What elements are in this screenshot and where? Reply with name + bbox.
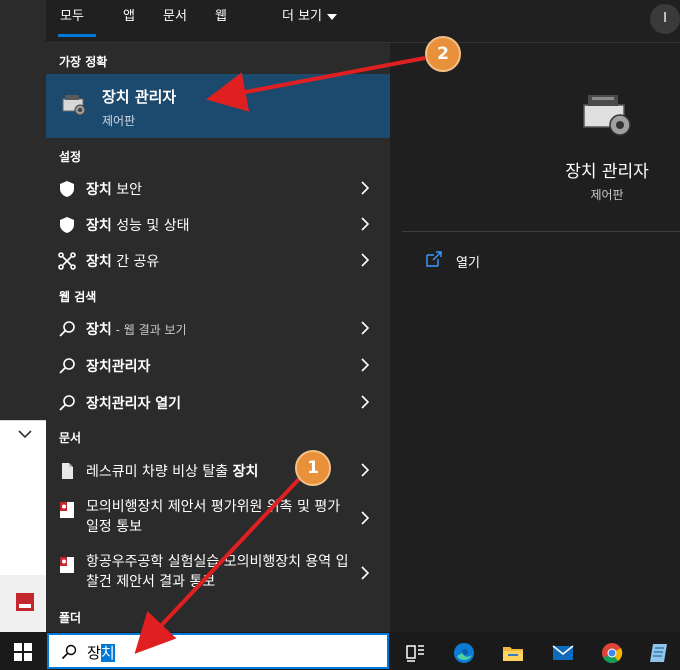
match-text: 장치 — [86, 254, 112, 270]
chevron-right-icon[interactable] — [359, 566, 371, 580]
chevron-right-icon[interactable] — [359, 511, 371, 525]
document-icon — [62, 463, 73, 479]
device-manager-icon — [62, 95, 86, 116]
rest-text: - 웹 결과 보기 — [111, 323, 187, 337]
document-label: 모의비행장치 제안서 평가위원 위촉 및 평가 일정 통보 — [86, 499, 341, 535]
step-badge-1: 1 — [295, 450, 331, 486]
mail-icon[interactable] — [551, 641, 575, 665]
settings-item-label: 장치 보안 — [86, 179, 142, 199]
document-item[interactable]: 레스큐미 차량 비상 탈출 장치 — [46, 452, 390, 488]
active-tab-indicator — [58, 34, 96, 37]
background-window — [0, 0, 46, 420]
section-best-match: 가장 정확 — [59, 55, 108, 69]
settings-item-label: 장치 간 공유 — [86, 251, 159, 271]
shield-icon — [60, 217, 74, 233]
section-settings: 설정 — [59, 150, 82, 164]
settings-item[interactable]: 장치 간 공유 — [46, 242, 390, 278]
web-search-label: 장치관리자 — [86, 356, 150, 376]
search-icon — [59, 358, 75, 374]
best-match-item[interactable]: 장치 관리자 제어판 — [46, 74, 390, 138]
section-documents: 문서 — [59, 431, 82, 445]
web-search-item[interactable]: 장치 - 웹 결과 보기 — [46, 310, 390, 346]
hwp-document-icon — [60, 557, 74, 573]
chevron-down-icon[interactable] — [16, 425, 34, 443]
search-icon — [59, 395, 75, 411]
hwp-document-icon — [60, 502, 74, 518]
web-search-item[interactable]: 장치관리자 — [46, 347, 390, 383]
chevron-right-icon[interactable] — [359, 253, 371, 267]
taskbar-search-input[interactable]: 장치 — [47, 633, 389, 669]
search-panel: 모두 앱 문서 웹 더 보기 I 가장 정확 장치 관리자 제어판 설정 장치 … — [46, 0, 680, 632]
rest-text: 보안 — [111, 182, 142, 198]
best-match-subtitle: 제어판 — [102, 114, 136, 128]
document-label: 레스큐미 차량 비상 탈출 장치 — [86, 461, 258, 481]
tab-more[interactable]: 더 보기 — [282, 0, 338, 36]
app-icon[interactable] — [15, 592, 35, 612]
document-item[interactable]: 항공우주공학 실험실습 모의비행장치 용역 입찰건 제안서 결과 통보 — [46, 548, 390, 598]
web-search-label: 장치 - 웹 결과 보기 — [86, 319, 187, 339]
chevron-right-icon[interactable] — [359, 181, 371, 195]
device-manager-icon — [583, 95, 631, 136]
windows-start-icon[interactable] — [14, 643, 32, 661]
open-icon — [426, 251, 442, 267]
tab-web[interactable]: 웹 — [215, 0, 227, 36]
notepad-icon[interactable] — [648, 641, 672, 665]
settings-item[interactable]: 장치 보안 — [46, 170, 390, 206]
document-item[interactable]: 모의비행장치 제안서 평가위원 위촉 및 평가 일정 통보 — [46, 493, 390, 543]
chevron-right-icon[interactable] — [359, 395, 371, 409]
preview-pane: 장치 관리자 제어판 열기 — [402, 55, 680, 632]
web-search-item[interactable]: 장치관리자 열기 — [46, 384, 390, 420]
divider — [402, 231, 680, 232]
preview-subtitle: 제어판 — [590, 188, 624, 202]
rest-text: 성능 및 상태 — [111, 218, 190, 234]
tab-more-label: 더 보기 — [282, 9, 323, 24]
user-account-button[interactable]: I — [650, 4, 680, 34]
caret-down-icon — [327, 13, 338, 20]
shield-icon — [60, 181, 74, 197]
doc-text: 레스큐미 차량 비상 탈출 — [86, 464, 233, 480]
chevron-right-icon[interactable] — [359, 217, 371, 231]
step-badge-2: 2 — [425, 36, 461, 72]
match-text: 장치 — [86, 182, 112, 198]
tab-documents[interactable]: 문서 — [163, 0, 187, 36]
edge-icon[interactable] — [452, 641, 476, 665]
search-query: 장치 — [87, 642, 115, 663]
match-text: 장치 — [232, 464, 259, 480]
settings-item-label: 장치 성능 및 상태 — [86, 215, 190, 235]
tab-all[interactable]: 모두 — [60, 0, 84, 36]
document-label: 항공우주공학 실험실습 모의비행장치 용역 입찰건 제안서 결과 통보 — [86, 554, 349, 590]
share-icon — [58, 252, 76, 270]
chevron-right-icon[interactable] — [359, 358, 371, 372]
tab-apps[interactable]: 앱 — [123, 0, 135, 36]
search-icon — [59, 321, 75, 337]
background-document — [0, 420, 46, 575]
preview-title: 장치 관리자 — [565, 162, 649, 182]
search-selected-text: 치 — [100, 644, 115, 662]
open-label: 열기 — [456, 256, 480, 271]
match-text: 장치 — [86, 322, 112, 338]
section-folders: 폴더 — [59, 611, 82, 625]
chrome-icon[interactable] — [600, 641, 624, 665]
rest-text: 간 공유 — [111, 254, 160, 270]
chevron-right-icon[interactable] — [359, 321, 371, 335]
results-list: 가장 정확 장치 관리자 제어판 설정 장치 보안 장치 성능 및 상태 장치 … — [46, 43, 390, 632]
section-web-search: 웹 검색 — [59, 290, 97, 304]
taskbar: 장치 — [0, 632, 680, 670]
search-typed-text: 장 — [87, 644, 101, 662]
best-match-title: 장치 관리자 — [102, 88, 177, 106]
match-text: 장치관리자 열기 — [86, 396, 182, 412]
web-search-label: 장치관리자 열기 — [86, 393, 181, 413]
scope-tabs: 모두 앱 문서 웹 더 보기 I — [46, 0, 680, 43]
match-text: 장치관리자 — [86, 359, 151, 375]
search-icon — [61, 644, 77, 660]
chevron-right-icon[interactable] — [359, 463, 371, 477]
task-view-icon[interactable] — [404, 641, 428, 665]
file-explorer-icon[interactable] — [501, 641, 525, 665]
settings-item[interactable]: 장치 성능 및 상태 — [46, 206, 390, 242]
match-text: 장치 — [86, 218, 112, 234]
